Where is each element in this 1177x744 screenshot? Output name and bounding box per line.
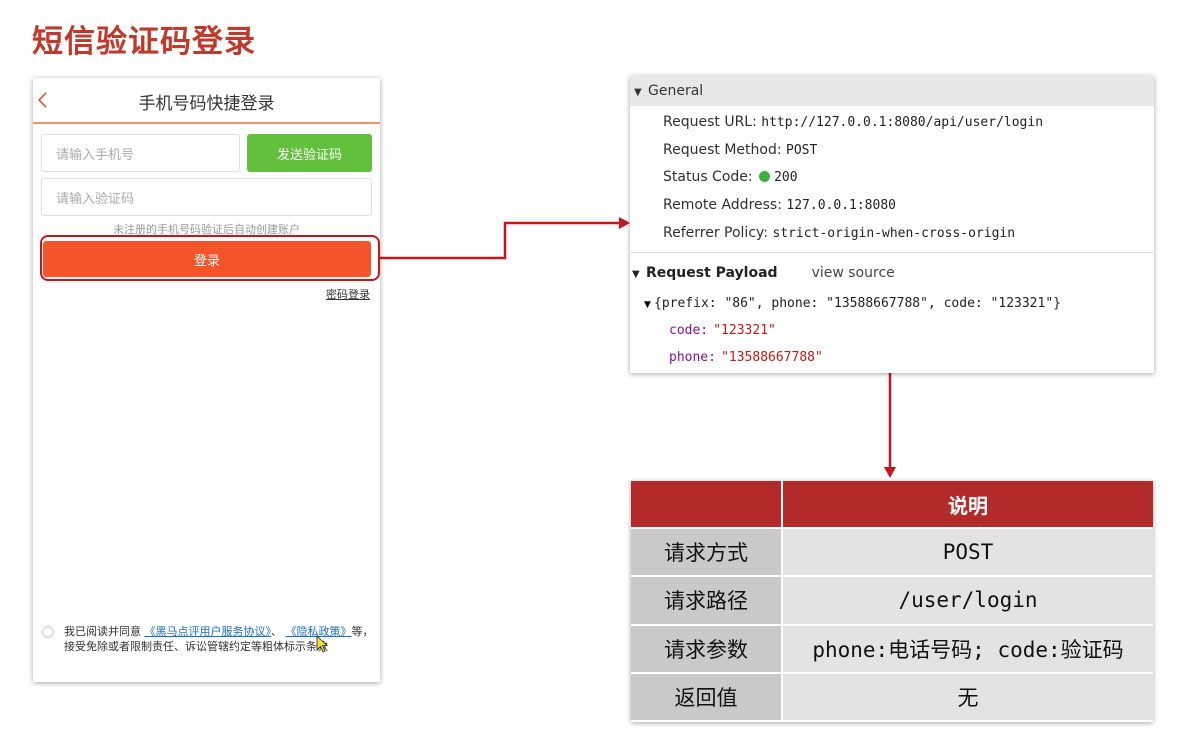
- payload-section-header[interactable]: ▼ Request Payload view source: [632, 265, 895, 281]
- view-source-link[interactable]: view source: [812, 265, 895, 281]
- referrer-policy-row: Referrer Policy: strict-origin-when-cros…: [663, 225, 1015, 241]
- table-row: 请求路径 /user/login: [631, 577, 1153, 626]
- expand-triangle-icon[interactable]: ▼: [634, 87, 648, 98]
- row-value: 127.0.0.1:8080: [786, 198, 896, 213]
- header-empty-cell: [631, 481, 783, 530]
- status-code-row: Status Code: 200: [663, 169, 798, 185]
- field-value: "13588667788": [721, 350, 823, 365]
- row-value: 无: [783, 673, 1153, 722]
- row-value: strict-origin-when-cross-origin: [772, 226, 1016, 241]
- field-value: "123321": [713, 323, 776, 338]
- general-label: General: [648, 83, 704, 99]
- row-value: POST: [783, 529, 1153, 578]
- row-key: Request Method:: [663, 142, 782, 158]
- payload-field-code: code: "123321": [669, 319, 776, 338]
- table-header-row: 说明: [631, 481, 1153, 530]
- section-divider: [630, 252, 1154, 253]
- table-row: 请求参数 phone:电话号码; code:验证码: [631, 625, 1153, 674]
- row-value: POST: [786, 143, 818, 158]
- row-value: phone:电话号码; code:验证码: [783, 625, 1153, 674]
- request-url-row: Request URL: http://127.0.0.1:8080/api/u…: [663, 114, 1043, 130]
- table-row: 返回值 无: [631, 673, 1153, 722]
- payload-field-phone: phone: "13588667788": [669, 346, 823, 365]
- row-label: 请求路径: [631, 577, 783, 626]
- row-label: 返回值: [631, 673, 783, 722]
- field-key: code:: [669, 323, 709, 338]
- status-ok-icon: [759, 171, 771, 182]
- arrowhead-down: [884, 467, 896, 478]
- row-label: 请求参数: [631, 625, 783, 674]
- row-key: Remote Address:: [663, 197, 782, 213]
- expand-triangle-icon[interactable]: ▼: [632, 269, 646, 280]
- table-row: 请求方式 POST: [631, 529, 1153, 578]
- devtools-request-panel: ▼ General Request URL: http://127.0.0.1:8…: [630, 76, 1154, 373]
- row-key: Referrer Policy:: [663, 225, 768, 241]
- payload-object-summary[interactable]: ▼ {prefix: "86", phone: "13588667788", co…: [644, 292, 1061, 311]
- expand-triangle-icon[interactable]: ▼: [644, 300, 654, 310]
- row-value: /user/login: [783, 577, 1153, 626]
- row-key: Request URL:: [663, 114, 757, 130]
- row-label: 请求方式: [631, 529, 783, 578]
- row-value: 200: [774, 170, 798, 185]
- api-info-table: 说明 请求方式 POST 请求路径 /user/login 请求参数 phone…: [631, 481, 1153, 722]
- field-key: phone:: [669, 350, 716, 365]
- general-section-header[interactable]: ▼ General: [630, 76, 1154, 106]
- arrow-login-to-request: [380, 221, 620, 260]
- request-method-row: Request Method: POST: [663, 142, 817, 158]
- header-description: 说明: [783, 481, 1153, 530]
- remote-address-row: Remote Address: 127.0.0.1:8080: [663, 197, 896, 213]
- row-value: http://127.0.0.1:8080/api/user/login: [761, 115, 1044, 130]
- row-key: Status Code:: [663, 169, 753, 185]
- payload-label: Request Payload: [646, 265, 778, 281]
- arrowhead-right: [619, 217, 630, 229]
- payload-summary: {prefix: "86", phone: "13588667788", cod…: [654, 296, 1061, 311]
